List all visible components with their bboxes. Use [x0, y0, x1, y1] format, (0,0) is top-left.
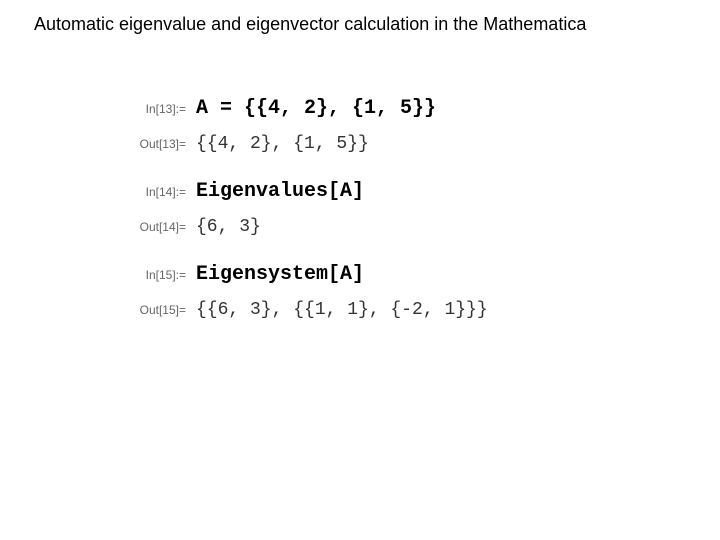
cell-out-13: Out[13]= {{4, 2}, {1, 5}} [108, 134, 720, 154]
cell-in-14: In[14]:= Eigenvalues[A] [108, 180, 720, 203]
cell-content: Eigenvalues[A] [196, 180, 364, 203]
cell-out-15: Out[15]= {{6, 3}, {{1, 1}, {-2, 1}}} [108, 300, 720, 320]
cell-label: In[13]:= [108, 102, 196, 116]
cell-in-13: In[13]:= A = {{4, 2}, {1, 5}} [108, 97, 720, 120]
cell-content: Eigensystem[A] [196, 263, 364, 286]
cell-label: Out[13]= [108, 137, 196, 151]
cell-label: Out[14]= [108, 220, 196, 234]
cell-in-15: In[15]:= Eigensystem[A] [108, 263, 720, 286]
notebook: In[13]:= A = {{4, 2}, {1, 5}} Out[13]= {… [108, 97, 720, 320]
cell-content: {6, 3} [196, 217, 261, 237]
cell-label: In[15]:= [108, 268, 196, 282]
cell-out-14: Out[14]= {6, 3} [108, 217, 720, 237]
cell-label: Out[15]= [108, 303, 196, 317]
cell-label: In[14]:= [108, 185, 196, 199]
page-title: Automatic eigenvalue and eigenvector cal… [0, 0, 720, 35]
cell-content: A = {{4, 2}, {1, 5}} [196, 97, 436, 120]
cell-content: {{4, 2}, {1, 5}} [196, 134, 369, 154]
cell-content: {{6, 3}, {{1, 1}, {-2, 1}}} [196, 300, 488, 320]
